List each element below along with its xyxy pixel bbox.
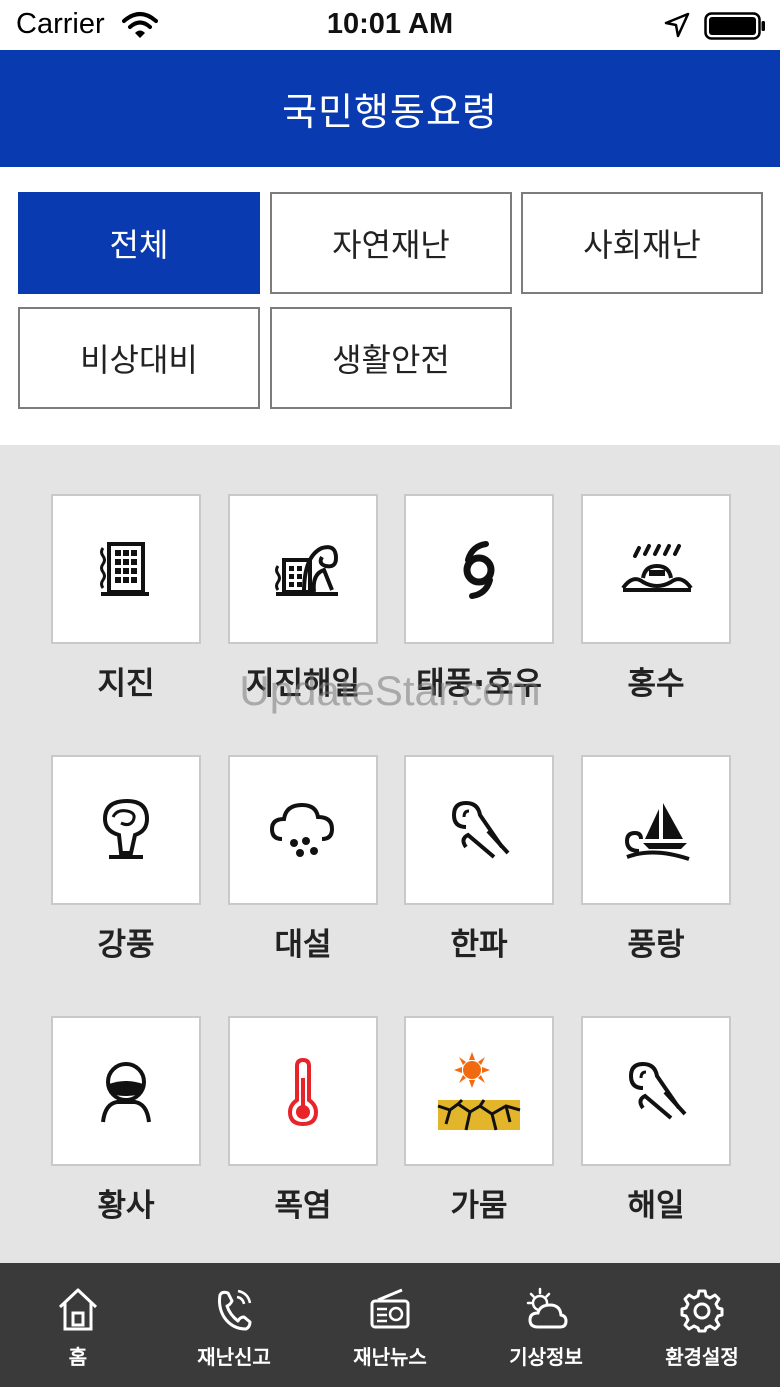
thermometer-icon xyxy=(287,1057,319,1127)
page-title: 국민행동요령 xyxy=(282,90,498,134)
tile-heat-wave[interactable]: 폭염 xyxy=(228,1016,378,1225)
flood-icon xyxy=(621,544,693,592)
tile-label: 폭염 xyxy=(274,1188,332,1224)
tile-cold-wave[interactable]: 한파 xyxy=(404,755,554,964)
tab-label: 기상정보 xyxy=(509,1345,583,1369)
category-filters: 전체 자연재난 사회재난 비상대비 생활안전 xyxy=(0,167,780,445)
filter-all[interactable]: 전체 xyxy=(18,192,260,294)
tile-label: 홍수 xyxy=(627,666,685,702)
tab-disaster-news[interactable]: 재난뉴스 xyxy=(312,1263,468,1387)
tile-label: 태풍·호우 xyxy=(416,666,542,702)
tile-label: 풍랑 xyxy=(627,927,685,963)
tile-drought[interactable]: 가뭄 xyxy=(404,1016,554,1225)
clock: 10:01 AM xyxy=(326,8,454,40)
tile-label: 지진해일 xyxy=(245,666,361,702)
bottom-tab-bar: 홈 재난신고 재난뉴스 기상정보 환경설정 xyxy=(0,1263,780,1387)
tab-label: 재난뉴스 xyxy=(353,1345,427,1369)
tab-settings[interactable]: 환경설정 xyxy=(624,1263,780,1387)
tab-label: 환경설정 xyxy=(665,1345,739,1369)
status-bar: Carrier 10:01 AM xyxy=(0,0,780,50)
tile-earthquake[interactable]: 지진 xyxy=(51,494,201,703)
tile-storm-surge[interactable]: 해일 xyxy=(581,1016,731,1225)
tile-strong-wind[interactable]: 강풍 xyxy=(51,755,201,964)
tile-label: 해일 xyxy=(627,1188,685,1224)
tile-label: 가뭄 xyxy=(450,1188,508,1224)
tile-label: 한파 xyxy=(450,927,508,963)
mask-person-icon xyxy=(101,1062,151,1123)
tile-typhoon[interactable]: 태풍·호우 xyxy=(404,494,554,703)
typhoon-icon xyxy=(463,541,495,599)
tile-label: 대설 xyxy=(274,927,332,963)
tile-label: 황사 xyxy=(97,1188,155,1224)
filter-natural-disaster[interactable]: 자연재난 xyxy=(270,192,512,294)
tab-home[interactable]: 홈 xyxy=(0,1263,156,1387)
tile-tsunami[interactable]: 지진해일 xyxy=(228,494,378,703)
home-icon xyxy=(58,1288,98,1331)
tile-yellow-dust[interactable]: 황사 xyxy=(51,1016,201,1225)
sailboat-icon xyxy=(624,803,690,861)
wifi-icon xyxy=(122,12,158,38)
tab-disaster-report[interactable]: 재난신고 xyxy=(156,1263,312,1387)
filter-social-disaster[interactable]: 사회재난 xyxy=(521,192,763,294)
tile-heavy-snow[interactable]: 대설 xyxy=(228,755,378,964)
tornado-icon xyxy=(102,798,150,859)
cold-wind-icon xyxy=(451,800,510,859)
building-icon xyxy=(100,542,149,596)
location-arrow-icon xyxy=(664,12,690,38)
tab-label: 재난신고 xyxy=(197,1345,271,1369)
tile-flood[interactable]: 홍수 xyxy=(581,494,731,703)
weather-icon xyxy=(526,1287,568,1329)
snow-cloud-icon xyxy=(269,802,335,857)
filter-daily-safety[interactable]: 생활안전 xyxy=(270,307,512,409)
carrier-label: Carrier xyxy=(16,8,105,40)
drought-icon xyxy=(437,1052,521,1131)
radio-icon xyxy=(370,1288,410,1329)
disaster-grid: 지진 지진해일 태풍·호우 홍수 강풍 대설 한파 풍랑 황사 폭염 가뭄 해일 xyxy=(0,445,780,1263)
gear-icon xyxy=(680,1289,724,1333)
tab-label: 홈 xyxy=(68,1345,88,1369)
wave-wind-icon xyxy=(628,1061,687,1120)
tile-high-waves[interactable]: 풍랑 xyxy=(581,755,731,964)
battery-icon xyxy=(704,12,765,40)
tile-label: 강풍 xyxy=(97,927,155,963)
filter-emergency-prep[interactable]: 비상대비 xyxy=(18,307,260,409)
app-header: 국민행동요령 xyxy=(0,50,780,167)
tsunami-icon xyxy=(275,545,339,596)
tab-weather-info[interactable]: 기상정보 xyxy=(468,1263,624,1387)
tile-label: 지진 xyxy=(97,666,155,702)
phone-icon xyxy=(218,1289,252,1331)
